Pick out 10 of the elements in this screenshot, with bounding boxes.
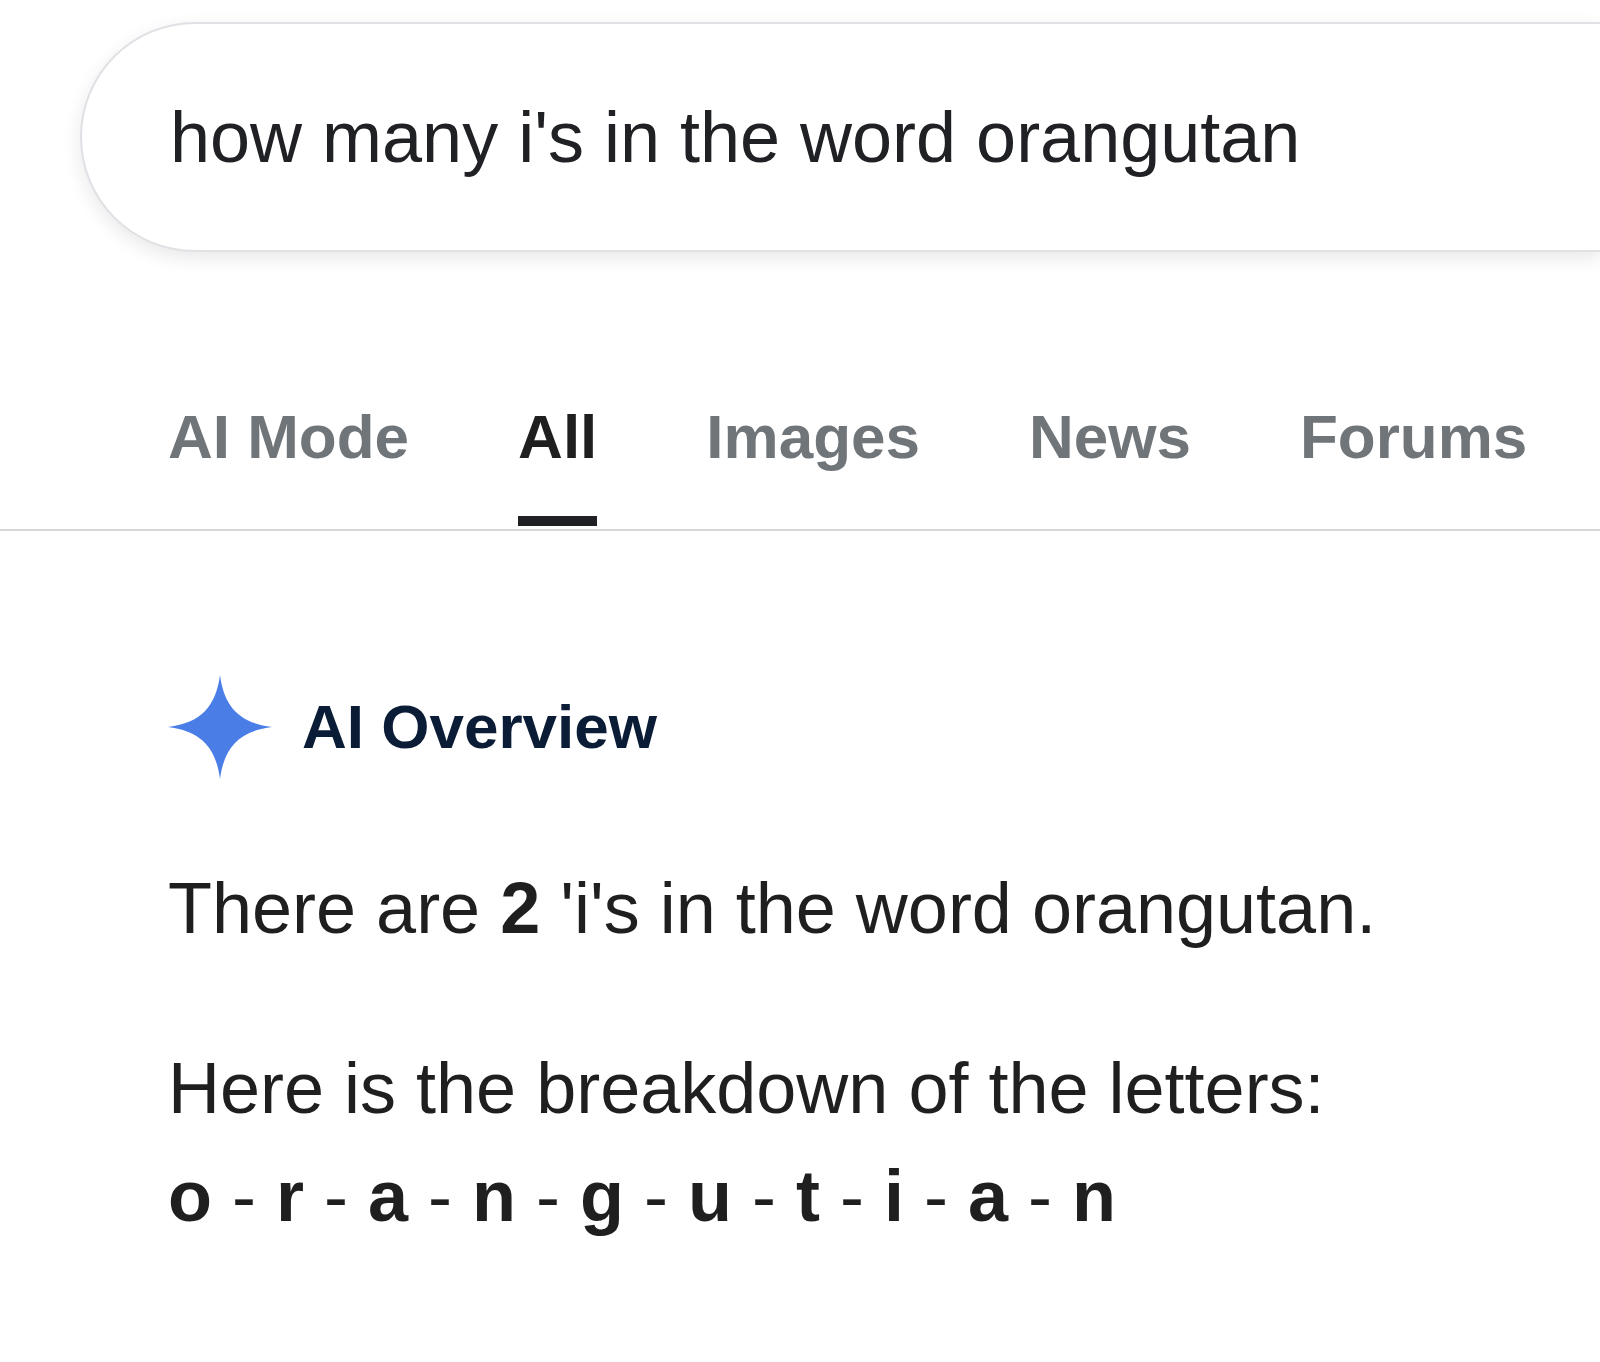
paragraph-text: Here is the breakdown of the letters: [168,1047,1325,1130]
sparkle-icon [168,675,272,779]
tab[interactable]: AI Mode [168,406,410,526]
section-title: AI Overview [302,696,657,758]
search-field[interactable]: how many i's in the word orangutan [80,22,1600,252]
tab[interactable]: Images [706,406,920,526]
tab[interactable]: News [1029,406,1191,526]
tab[interactable]: Forums [1300,406,1528,526]
answer-text: There are 2 'i's in the word orangutan. [168,867,1377,950]
letter-breakdown-text: o - r - a - n - g - u - t - i - a - n [168,1155,1116,1238]
